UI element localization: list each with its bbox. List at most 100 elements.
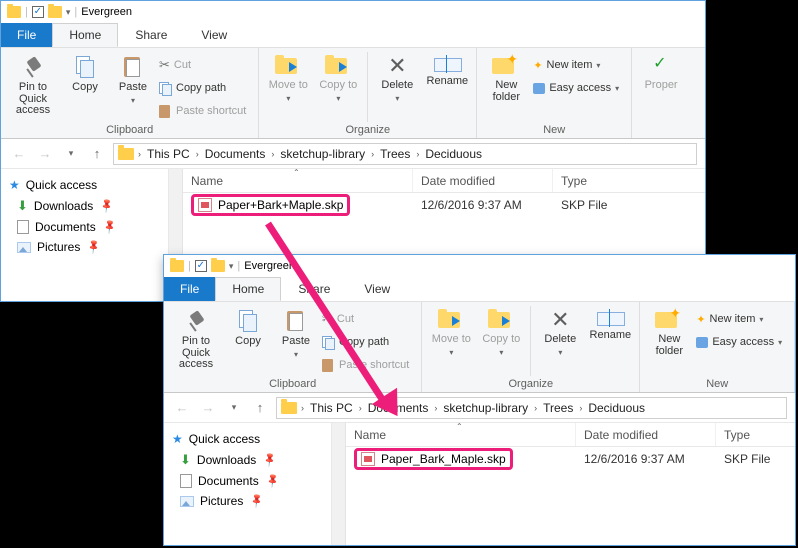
paste-button[interactable]: Paste ▾ <box>111 52 155 105</box>
copy-path-button[interactable]: Copy path <box>159 77 252 99</box>
explorer-window-after: | ✓ ▾ | Evergreen File Home Share View P… <box>163 254 796 546</box>
delete-button[interactable]: ✕Delete▾ <box>537 306 583 357</box>
up-button[interactable]: ↑ <box>250 398 270 418</box>
easy-access-icon <box>696 337 708 348</box>
column-header-date[interactable]: Date modified <box>576 423 716 446</box>
sidebar-item-documents[interactable]: Documents📌 <box>168 471 327 491</box>
sidebar-item-downloads[interactable]: ⬇Downloads📌 <box>168 449 327 471</box>
sidebar-item-pictures[interactable]: Pictures📌 <box>5 237 164 257</box>
breadcrumb[interactable]: Trees <box>541 401 575 415</box>
breadcrumb[interactable]: Documents <box>366 401 431 415</box>
qat-checkbox-icon[interactable]: ✓ <box>195 260 207 272</box>
qat-dropdown-icon[interactable]: ▾ <box>66 7 71 18</box>
breadcrumb[interactable]: Documents <box>203 147 268 161</box>
paste-shortcut-button[interactable]: Paste shortcut <box>322 354 415 376</box>
window-title: Evergreen <box>81 6 132 18</box>
navigation-bar: ← → ▾ ↑ › This PC› Documents› sketchup-l… <box>1 139 705 169</box>
highlight-after: Paper_Bark_Maple.skp <box>354 448 513 470</box>
new-item-button[interactable]: ✦New item ▾ <box>533 54 625 76</box>
copy-path-icon <box>159 82 172 95</box>
sidebar-item-label: Documents <box>35 220 96 234</box>
tab-share[interactable]: Share <box>281 277 347 301</box>
sidebar-item-downloads[interactable]: ⬇Downloads📌 <box>5 195 164 217</box>
copy-path-button[interactable]: Copy path <box>322 331 415 353</box>
recent-locations-button[interactable]: ▾ <box>61 144 81 164</box>
new-item-button[interactable]: ✦New item ▾ <box>696 308 788 330</box>
tab-file[interactable]: File <box>164 277 215 301</box>
move-to-button[interactable]: Move to ▾ <box>265 52 311 103</box>
tab-file[interactable]: File <box>1 23 52 47</box>
column-header-type[interactable]: Type <box>716 423 795 446</box>
address-bar[interactable]: › This PC› Documents› sketchup-library› … <box>276 397 787 419</box>
sidebar-item-label: Quick access <box>26 178 97 192</box>
breadcrumb[interactable]: This PC <box>145 147 192 161</box>
copy-path-label: Copy path <box>339 336 389 348</box>
tab-view[interactable]: View <box>347 277 407 301</box>
vertical-scrollbar[interactable] <box>332 423 346 545</box>
sidebar-item-quick-access[interactable]: ★Quick access <box>5 175 164 195</box>
paste-shortcut-icon <box>322 359 335 372</box>
easy-access-button[interactable]: Easy access ▾ <box>696 331 788 353</box>
forward-button[interactable]: → <box>198 398 218 418</box>
rename-button[interactable]: Rename <box>587 306 633 342</box>
column-header-type[interactable]: Type <box>553 169 705 192</box>
easy-access-button[interactable]: Easy access ▾ <box>533 77 625 99</box>
copy-button[interactable]: Copy <box>226 306 270 348</box>
file-row[interactable]: Paper+Bark+Maple.skp 12/6/2016 9:37 AM S… <box>183 193 705 217</box>
column-header-label: Name <box>354 428 386 442</box>
sidebar-item-documents[interactable]: Documents 📌 <box>5 217 164 237</box>
cut-button[interactable]: ✂Cut <box>322 308 415 330</box>
tab-home[interactable]: Home <box>52 23 118 47</box>
cut-button[interactable]: ✂Cut <box>159 54 252 76</box>
properties-button[interactable]: Proper <box>638 52 684 92</box>
tab-share[interactable]: Share <box>118 23 184 47</box>
breadcrumb[interactable]: Trees <box>378 147 412 161</box>
copy-to-button[interactable]: Copy to▾ <box>478 306 524 357</box>
column-header-date[interactable]: Date modified <box>413 169 553 192</box>
window-title: Evergreen <box>244 260 295 272</box>
tab-home[interactable]: Home <box>215 277 281 301</box>
breadcrumb[interactable]: Deciduous <box>423 147 484 161</box>
ribbon: Pin to Quick access Copy Paste▾ ✂Cut Cop… <box>164 301 795 393</box>
new-folder-button[interactable]: New folder <box>483 52 529 103</box>
column-header-name[interactable]: Name⌃ <box>183 169 413 192</box>
sidebar-item-pictures[interactable]: Pictures📌 <box>168 491 327 511</box>
pin-quick-access-button[interactable]: Pin to Quick access <box>170 306 222 371</box>
pin-quick-access-button[interactable]: Pin to Quick access <box>7 52 59 117</box>
breadcrumb[interactable]: Deciduous <box>586 401 647 415</box>
forward-button[interactable]: → <box>35 144 55 164</box>
up-button[interactable]: ↑ <box>87 144 107 164</box>
pin-icon: 📌 <box>102 219 119 235</box>
paste-button[interactable]: Paste▾ <box>274 306 318 359</box>
file-row[interactable]: Paper_Bark_Maple.skp 12/6/2016 9:37 AM S… <box>346 447 795 471</box>
back-button[interactable]: ← <box>9 144 29 164</box>
recent-locations-button[interactable]: ▾ <box>224 398 244 418</box>
column-headers: Name⌃ Date modified Type <box>183 169 705 193</box>
qat-checkbox-icon[interactable]: ✓ <box>32 6 44 18</box>
rename-button[interactable]: Rename <box>424 52 470 88</box>
copy-to-button[interactable]: Copy to ▾ <box>315 52 361 103</box>
download-icon: ⬇ <box>180 452 191 468</box>
paste-shortcut-label: Paste shortcut <box>176 105 246 117</box>
back-button[interactable]: ← <box>172 398 192 418</box>
folder-icon <box>211 260 225 272</box>
copy-button[interactable]: Copy <box>63 52 107 94</box>
breadcrumb[interactable]: sketchup-library <box>278 147 367 161</box>
chevron-right-icon: › <box>299 403 306 413</box>
breadcrumb[interactable]: This PC <box>308 401 355 415</box>
sidebar-item-quick-access[interactable]: ★Quick access <box>168 429 327 449</box>
document-icon <box>17 220 29 234</box>
file-date: 12/6/2016 9:37 AM <box>413 198 553 212</box>
tab-view[interactable]: View <box>184 23 244 47</box>
breadcrumb[interactable]: sketchup-library <box>441 401 530 415</box>
qat-dropdown-icon[interactable]: ▾ <box>229 261 234 272</box>
pictures-icon <box>180 496 194 507</box>
group-label-new: New <box>483 124 625 138</box>
delete-button[interactable]: ✕ Delete ▾ <box>374 52 420 103</box>
move-to-button[interactable]: Move to▾ <box>428 306 474 357</box>
column-header-name[interactable]: Name⌃ <box>346 423 576 446</box>
address-bar[interactable]: › This PC› Documents› sketchup-library› … <box>113 143 697 165</box>
pin-icon <box>184 308 208 334</box>
paste-shortcut-button[interactable]: Paste shortcut <box>159 100 252 122</box>
new-folder-button[interactable]: New folder <box>646 306 692 357</box>
